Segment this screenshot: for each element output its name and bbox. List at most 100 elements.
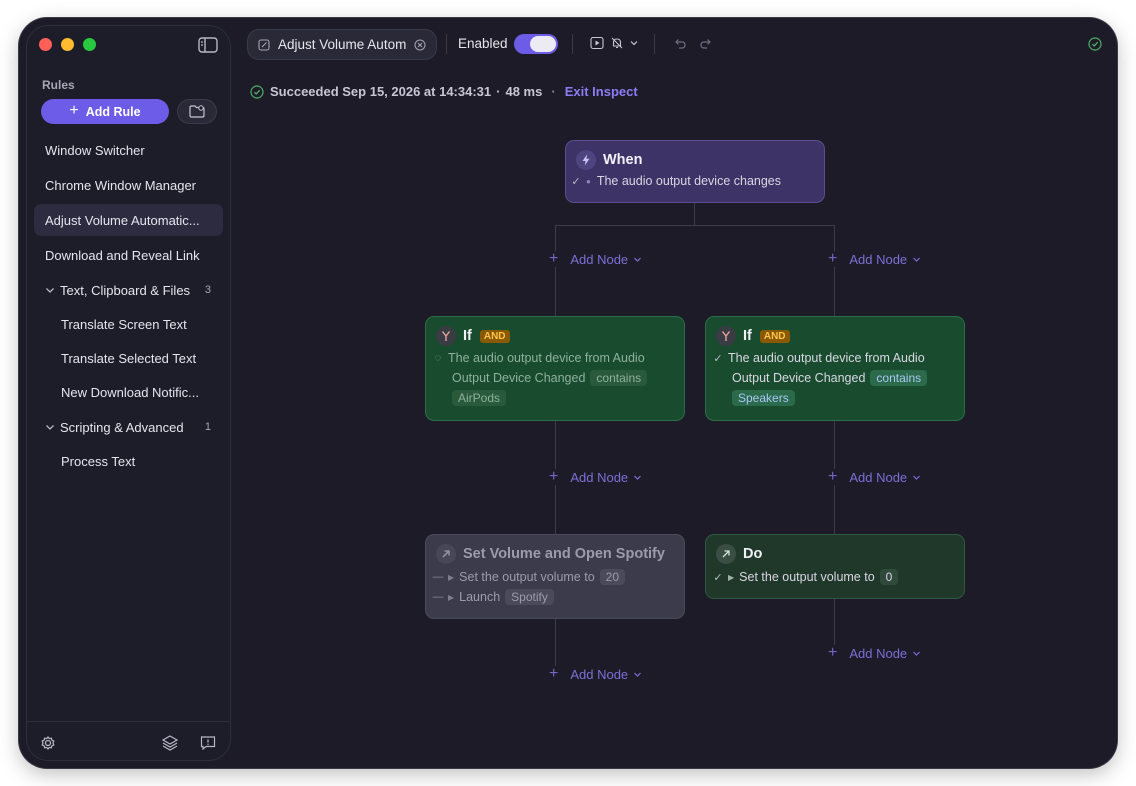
close-window-button[interactable] [39, 38, 52, 51]
add-node-button[interactable]: + Add Node [828, 645, 926, 661]
chevron-down-icon [634, 672, 642, 677]
value-chip: 0 [879, 569, 899, 585]
add-node-button[interactable]: + Add Node [549, 666, 647, 682]
action-node-do[interactable]: Do ✓ ▶ Set the output volume to 0 [705, 534, 965, 599]
sidebar-item-window-switcher[interactable]: Window Switcher [34, 134, 223, 166]
rule-label: Adjust Volume Automatic... [45, 212, 200, 228]
sidebar: Rules + Add Rule Window Switcher Chrome … [26, 25, 231, 761]
value-chip: 20 [599, 569, 626, 585]
chevron-down-icon [634, 257, 642, 262]
status-dot: · [551, 84, 556, 99]
run-status-line: Succeeded Sep 15, 2026 at 14:34:31 · 48 … [250, 84, 638, 99]
toolbar-separator [446, 34, 447, 54]
if-condition-node-airpods[interactable]: If AND ◌ The audio output device from Au… [425, 316, 685, 421]
add-node-button[interactable]: + Add Node [828, 468, 926, 485]
connector-line [834, 225, 835, 316]
new-folder-button[interactable] [177, 99, 217, 124]
zoom-window-button[interactable] [83, 38, 96, 51]
action-node-set-volume-spotify[interactable]: Set Volume and Open Spotify — ▶ Set the … [425, 534, 685, 619]
rule-label: New Download Notific... [61, 384, 199, 400]
sidebar-item-process-text[interactable]: Process Text [34, 445, 223, 477]
toggle-knob [530, 36, 556, 52]
branch-icon [716, 326, 736, 346]
when-trigger-node[interactable]: When ✓ ● The audio output device changes [565, 140, 825, 203]
group-label: Text, Clipboard & Files [60, 282, 191, 298]
action-step-text: Set the output volume to [739, 570, 875, 584]
value-chip: Spotify [505, 589, 554, 605]
rule-tab[interactable]: Adjust Volume Autom [247, 29, 437, 60]
connector-line [555, 225, 556, 316]
redo-icon[interactable] [699, 36, 713, 50]
condition-text: The audio output device from Audio [728, 351, 925, 365]
node-title: Do [743, 546, 763, 562]
sidebar-group-text-clipboard[interactable]: Text, Clipboard & Files 3 [34, 274, 223, 306]
rule-tab-title: Adjust Volume Autom [278, 37, 407, 52]
bell-slash-icon[interactable] [610, 36, 624, 50]
node-title: If [463, 328, 472, 344]
chevron-down-icon [913, 257, 921, 262]
trigger-text: The audio output device changes [596, 174, 782, 188]
rule-label: Process Text [61, 453, 136, 469]
check-icon: ✓ [571, 175, 581, 188]
close-tab-icon[interactable] [414, 39, 426, 51]
exit-inspect-link[interactable]: Exit Inspect [565, 84, 638, 99]
dash-icon: — [432, 591, 444, 603]
run-play-icon[interactable] [590, 36, 604, 50]
toolbar-separator [654, 34, 655, 54]
node-title: Set Volume and Open Spotify [463, 546, 665, 562]
add-node-button[interactable]: + Add Node [828, 250, 926, 267]
add-node-button[interactable]: + Add Node [549, 250, 647, 267]
sidebar-item-translate-screen[interactable]: Translate Screen Text [34, 308, 223, 340]
add-node-button[interactable]: + Add Node [549, 469, 647, 485]
action-arrow-icon [436, 544, 456, 564]
edit-icon [258, 38, 270, 51]
sidebar-item-translate-selected[interactable]: Translate Selected Text [34, 342, 223, 374]
sidebar-item-adjust-volume[interactable]: Adjust Volume Automatic... [34, 204, 223, 236]
sidebar-item-new-download[interactable]: New Download Notific... [34, 376, 223, 408]
add-node-label: Add Node [570, 469, 629, 485]
feedback-icon[interactable] [199, 734, 217, 752]
add-node-label: Add Node [570, 666, 629, 682]
add-node-label: Add Node [849, 251, 908, 267]
condition-text: The audio output device from Audio [448, 351, 645, 365]
add-node-label: Add Node [849, 469, 908, 485]
undo-icon[interactable] [673, 36, 687, 50]
sidebar-toggle-icon[interactable] [198, 37, 218, 53]
chevron-down-icon [634, 475, 642, 480]
plus-icon: + [828, 468, 838, 485]
enabled-label: Enabled [458, 36, 508, 51]
folder-add-icon [189, 105, 205, 118]
chevron-down-icon[interactable] [629, 36, 639, 50]
run-status-text: Succeeded Sep 15, 2026 at 14:34:31 [270, 84, 492, 99]
if-condition-node-speakers[interactable]: If AND ✓ The audio output device from Au… [705, 316, 965, 421]
minimize-window-button[interactable] [61, 38, 74, 51]
run-duration: 48 ms [505, 84, 543, 99]
node-title: If [743, 328, 752, 344]
plus-icon: + [549, 250, 559, 267]
add-node-label: Add Node [570, 251, 629, 267]
rule-label: Window Switcher [45, 142, 145, 158]
chevron-down-icon [46, 425, 54, 430]
status-dot: · [496, 84, 501, 99]
settings-gear-icon[interactable] [39, 734, 57, 752]
check-icon: ✓ [713, 571, 723, 584]
plus-icon: + [828, 250, 838, 267]
operator-chip: contains [870, 370, 928, 386]
branch-icon [436, 326, 456, 346]
sidebar-item-chrome-window-manager[interactable]: Chrome Window Manager [34, 169, 223, 201]
group-count: 1 [204, 421, 211, 433]
play-triangle-icon: ▶ [448, 592, 455, 602]
add-node-label: Add Node [849, 645, 908, 661]
and-badge: AND [479, 329, 510, 343]
add-rule-button[interactable]: + Add Rule [41, 99, 169, 124]
play-triangle-icon: ▶ [448, 572, 455, 582]
sidebar-group-scripting[interactable]: Scripting & Advanced 1 [34, 411, 223, 443]
value-chip: AirPods [452, 390, 507, 406]
value-chip: Speakers [732, 390, 795, 406]
layers-icon[interactable] [161, 734, 179, 752]
sidebar-divider [27, 721, 230, 722]
sidebar-item-download-reveal[interactable]: Download and Reveal Link [34, 239, 223, 271]
plus-icon: + [69, 101, 79, 119]
app-window: Rules + Add Rule Window Switcher Chrome … [19, 18, 1117, 768]
enabled-toggle[interactable] [514, 34, 558, 54]
